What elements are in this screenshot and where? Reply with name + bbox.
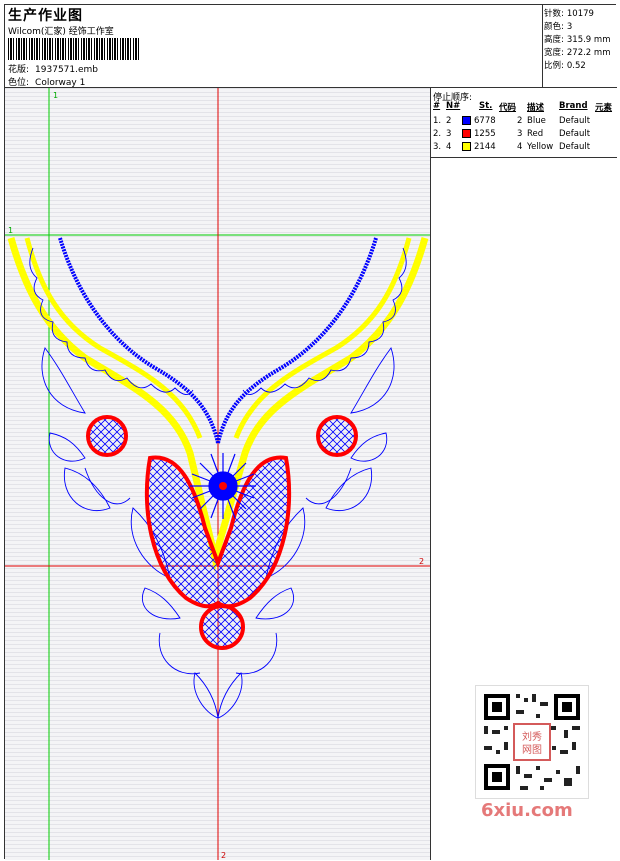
- stat-width: 宽度: 272.2 mm: [544, 46, 610, 58]
- stat-label: 高度:: [544, 35, 564, 45]
- col-header-desc: 描述: [527, 103, 545, 113]
- embroidery-preview: 1 1 2 2: [5, 88, 430, 860]
- stat-value: 10179: [566, 9, 594, 19]
- color-swatch-red: [462, 129, 471, 138]
- stat-label: 针数:: [544, 9, 564, 19]
- red-circle-right: [316, 415, 358, 457]
- svg-text:刘秀: 刘秀: [522, 731, 542, 743]
- stat-label: 宽度:: [544, 48, 564, 58]
- row-code: 4: [517, 142, 523, 152]
- yellow-band-inner-right: [233, 237, 412, 439]
- row-desc: Red: [527, 129, 544, 139]
- col-header-num: #: [433, 101, 441, 111]
- design-label: 花版:: [8, 65, 30, 75]
- col-header-code: 代码: [499, 103, 517, 113]
- barcode: [8, 38, 140, 60]
- row-code: 2: [517, 116, 523, 126]
- stat-value: 3: [566, 22, 573, 32]
- stat-label: 比例:: [544, 61, 564, 71]
- row-n: 4: [446, 142, 452, 152]
- stat-colors: 颜色: 3: [544, 20, 572, 32]
- row-code: 3: [517, 129, 523, 139]
- row-brand: Default: [559, 129, 591, 139]
- colorway-label: 色位:: [8, 78, 30, 88]
- stat-height: 高度: 315.9 mm: [544, 33, 610, 45]
- col-header-brand: Brand: [559, 101, 588, 111]
- stat-scale: 比例: 0.52: [544, 59, 586, 71]
- stat-value: 0.52: [566, 61, 586, 71]
- red-circle-bottom: [199, 604, 245, 650]
- header-panel: 生产作业图 Wilcom(汇家) 经饰工作室 花版: 1937571.emb 色位…: [5, 5, 543, 88]
- row-brand: Default: [559, 116, 591, 126]
- site-logo: 6xiu.com: [481, 800, 573, 821]
- svg-text:网图: 网图: [522, 744, 542, 756]
- color-swatch-blue: [462, 116, 471, 125]
- colorway-value: Colorway 1: [35, 78, 86, 88]
- marker-1-top: 1: [53, 91, 58, 100]
- stat-label: 颜色:: [544, 22, 564, 32]
- row-desc: Blue: [527, 116, 546, 126]
- production-sheet: 生产作业图 Wilcom(汇家) 经饰工作室 花版: 1937571.emb 色位…: [4, 4, 617, 860]
- stat-value: 315.9 mm: [566, 35, 611, 45]
- blue-neckline-left: [58, 237, 220, 444]
- colorway-row: 色位: Colorway 1: [8, 75, 85, 88]
- row-n: 3: [446, 129, 452, 139]
- row-num: 2.: [433, 129, 442, 139]
- row-stitches: 2144: [474, 142, 496, 152]
- design-canvas[interactable]: 1 1 2 2: [5, 88, 431, 860]
- stats-panel: 针数: 10179 颜色: 3 高度: 315.9 mm 宽度: 272.2 mm 比例…: [543, 5, 617, 88]
- row-brand: Default: [559, 142, 591, 152]
- row-n: 2: [446, 116, 452, 126]
- col-header-element: 元素: [595, 103, 613, 113]
- col-header-stitches: St.: [479, 101, 493, 111]
- side-panel: 停止顺序: # N# St. 代码 描述 Brand 元素 1. 2 6778 …: [431, 88, 617, 860]
- col-header-n: N#: [446, 101, 461, 111]
- row-num: 3.: [433, 142, 442, 152]
- row-desc: Yellow: [527, 142, 554, 152]
- row-stitches: 1255: [474, 129, 496, 139]
- studio-subtitle: Wilcom(汇家) 经饰工作室: [8, 27, 114, 37]
- stat-stitches: 针数: 10179: [544, 7, 594, 19]
- row-num: 1.: [433, 116, 442, 126]
- marker-2-right: 2: [419, 557, 424, 566]
- yellow-band-inner-left: [24, 237, 203, 439]
- marker-1-left: 1: [8, 226, 13, 235]
- row-stitches: 6778: [474, 116, 496, 126]
- qr-code: 刘秀 网图: [475, 685, 589, 799]
- page-title: 生产作业图: [8, 8, 83, 24]
- red-circle-left: [86, 415, 128, 457]
- color-swatch-yellow: [462, 142, 471, 151]
- blue-neckline-right: [216, 237, 378, 444]
- design-file-row: 花版: 1937571.emb: [8, 62, 98, 75]
- stop-sequence-table: 停止顺序: # N# St. 代码 描述 Brand 元素 1. 2 6778 …: [431, 88, 617, 158]
- design-value: 1937571.emb: [35, 65, 99, 75]
- stat-value: 272.2 mm: [566, 48, 611, 58]
- marker-2-bottom: 2: [221, 851, 226, 860]
